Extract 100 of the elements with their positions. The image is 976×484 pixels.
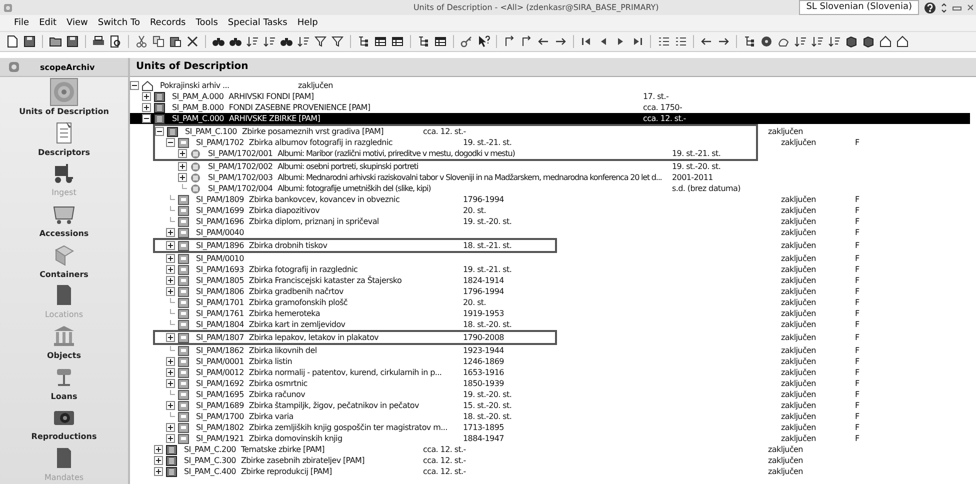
expand-icon[interactable]	[166, 287, 175, 296]
folder-icon[interactable]	[49, 35, 62, 48]
cube-icon[interactable]	[845, 35, 858, 48]
tree-row[interactable]: SI_PAM/1702/001 Albumi: Maribor (različni motivi, prireditve v mestu, dogodki v mestu) 19. st.-21. st.	[155, 148, 970, 159]
sidebar-item[interactable]: Accessions	[0, 199, 128, 240]
sidebar-item[interactable]: Loans	[0, 362, 128, 403]
tree-row[interactable]: SI_PAM_A.000 ARHIVSKI FONDI [PAM] 17. st.-	[130, 91, 970, 102]
tree-row[interactable]: SI_PAM/1689 Zbirka štampiljk, žigov, pečatnikov in pečatov 15. st.-20. st. zaključen F	[130, 400, 970, 411]
menu-item[interactable]: Switch To	[98, 18, 140, 28]
list-icon[interactable]	[674, 35, 687, 48]
list-icon[interactable]	[657, 35, 670, 48]
print-preview-icon[interactable]	[109, 35, 122, 48]
paste-icon[interactable]	[169, 35, 182, 48]
binoculars-icon[interactable]	[212, 35, 225, 48]
tree-row[interactable]: SI_PAM/1702 Zbirka albumov fotografij in razglednic 19. st.-21. st. zaključen F	[155, 137, 970, 148]
expand-icon[interactable]	[178, 173, 187, 182]
tree-row[interactable]: SI_PAM/0010 zaključen F	[130, 253, 970, 264]
sort-icon[interactable]	[246, 35, 259, 48]
expand-icon[interactable]	[142, 92, 151, 101]
tree-row[interactable]: SI_PAM/1805 Zbirka Franciscejski kataster za Štajersko 1824-1914 zaključen F	[130, 275, 970, 286]
tree-row[interactable]: SI_PAM/1702/004 Albumi: fotografije umetniških del (slike, kipi) s.d. (brez datuma)	[130, 183, 970, 194]
printer-icon[interactable]	[92, 35, 105, 48]
last-record-icon[interactable]	[631, 35, 644, 48]
sidebar-item[interactable]: Containers	[0, 240, 128, 281]
dropdown-icon[interactable]	[941, 2, 947, 14]
expand-icon[interactable]	[166, 379, 175, 388]
help-pointer-icon[interactable]	[477, 35, 490, 48]
grid-icon[interactable]	[434, 35, 447, 48]
scissors-icon[interactable]	[135, 35, 148, 48]
tree-row[interactable]: SI_PAM/1804 Zbirka kart in zemljevidov 18. st.-20. st. zaključen F	[130, 319, 970, 330]
sidebar-item[interactable]: Reproductions	[0, 402, 128, 444]
expand-icon[interactable]	[166, 228, 175, 237]
sort-icon[interactable]	[811, 35, 824, 48]
menu-item[interactable]: View	[66, 18, 88, 28]
first-record-icon[interactable]	[580, 35, 593, 48]
tree-row[interactable]: SI_PAM/0012 Zbirka normalij - patentov, kurend, cirkularnih in p... 1653-1916 zaključen F	[130, 367, 970, 378]
sort-icon[interactable]	[263, 35, 276, 48]
expand-icon[interactable]	[166, 265, 175, 274]
expand-icon[interactable]	[166, 241, 175, 250]
expand-icon[interactable]	[142, 103, 151, 112]
tree-row[interactable]: SI_PAM/1699 Zbirka diapozitivov 20. st. zaključen F	[130, 205, 970, 216]
menu-item[interactable]: Tools	[196, 18, 218, 28]
cube-icon[interactable]	[862, 35, 875, 48]
tree-row[interactable]: SI_PAM/1896 Zbirka drobnih tiskov 18. st.-21. st. zaključen F	[155, 240, 970, 251]
disc-icon[interactable]	[760, 35, 773, 48]
sort-icon[interactable]	[828, 35, 841, 48]
menu-item[interactable]: Edit	[39, 18, 56, 28]
expand-icon[interactable]	[154, 456, 163, 465]
sidebar-item[interactable]: Descriptors	[0, 118, 128, 158]
expand-icon[interactable]	[166, 401, 175, 410]
house-icon[interactable]	[879, 35, 892, 48]
expand-icon[interactable]	[166, 434, 175, 443]
sidebar-item[interactable]: Objects	[0, 321, 128, 362]
tree-row[interactable]: SI_PAM/1806 Zbirka gradbenih načrtov 1796-1994 zaključen F	[130, 286, 970, 297]
expand-icon[interactable]	[166, 254, 175, 263]
sidebar-item[interactable]: Units of Description	[0, 77, 128, 118]
expand-icon[interactable]	[166, 276, 175, 285]
tree-row[interactable]: SI_PAM/1702/003 Albumi: Mednarodni arhivski raziskovalni tabor v Sloveniji in na Madžarskem, mednarodna konferenca 20 let d... 2001-2011	[130, 172, 970, 183]
binoculars-icon[interactable]	[280, 35, 293, 48]
tree-view-icon[interactable]	[357, 35, 370, 48]
help-icon[interactable]	[924, 2, 936, 14]
tree-row[interactable]: SI_PAM/0040 zaključen F	[130, 227, 970, 238]
expand-icon[interactable]	[166, 357, 175, 366]
filter-icon[interactable]	[331, 35, 344, 48]
collapse-icon[interactable]	[155, 127, 164, 136]
tree-row[interactable]: SI_PAM/1809 Zbirka bankovcev, kovancev in obveznic 1796-1994 zaključen F	[130, 194, 970, 205]
expand-icon[interactable]	[166, 423, 175, 432]
grid-icon[interactable]	[391, 35, 404, 48]
tree-row[interactable]: SI_PAM/1692 Zbirka osmrtnic 1850-1939 zaključen F	[130, 378, 970, 389]
expand-icon[interactable]	[154, 445, 163, 454]
tree-row[interactable]: Pokrajinski arhiv ... zaključen	[130, 80, 970, 91]
sort-icon[interactable]	[794, 35, 807, 48]
new-document-icon[interactable]	[6, 35, 19, 48]
tree-row[interactable]: SI_PAM_C.400 Zbirke reprodukcij [PAM] cca. 12. st.- zaključen	[130, 466, 970, 477]
save-icon[interactable]	[23, 35, 36, 48]
tree-row[interactable]: SI_PAM_C.300 Zbirke zasebnih zbirateljev [PAM] cca. 12. st.- zaključen	[130, 455, 970, 466]
copy-icon[interactable]	[152, 35, 165, 48]
filter-icon[interactable]	[314, 35, 327, 48]
language-selector[interactable]: SL Slovenian (Slovenia)	[799, 0, 919, 15]
tree-view-icon[interactable]	[417, 35, 430, 48]
collapse-icon[interactable]	[142, 114, 151, 123]
tree-row[interactable]: SI_PAM/1761 Zbirka hemeroteka 1919-1953 zaključen F	[130, 308, 970, 319]
tree-row[interactable]: SI_PAM/0001 Zbirka listin 1246-1869 zaključen F	[130, 356, 970, 367]
elbow-arrow-icon[interactable]	[520, 35, 533, 48]
close-icon[interactable]	[967, 2, 973, 12]
tree-row[interactable]: SI_PAM_C.200 Tematske zbirke [PAM] cca. 12. st.- zaključen	[130, 444, 970, 455]
tree-row[interactable]: SI_PAM_C.000 ARHIVSKE ZBIRKE [PAM] cca. 12. st.-	[130, 113, 970, 124]
house-icon[interactable]	[896, 35, 909, 48]
tree-view-icon[interactable]	[743, 35, 756, 48]
tree-row[interactable]: SI_PAM/1696 Zbirka diplom, priznanj in spričeval 19. st.-20. st. zaključen F	[130, 216, 970, 227]
menu-item[interactable]: Records	[150, 18, 186, 28]
tree-row[interactable]: SI_PAM/1695 Zbirka računov 19. st.-20. st. zaključen F	[130, 389, 970, 400]
expand-icon[interactable]	[166, 333, 175, 342]
sort-icon[interactable]	[297, 35, 310, 48]
tree-row[interactable]: SI_PAM/1807 Zbirka lepakov, letakov in plakatov 1790-2008 zaključen F	[155, 332, 970, 343]
grid-icon[interactable]	[374, 35, 387, 48]
delete-icon[interactable]	[186, 35, 199, 48]
tree-row[interactable]: SI_PAM/1921 Zbirka domovinskih knjig 1884-1947 zaključen F	[130, 433, 970, 444]
collapse-icon[interactable]	[166, 138, 175, 147]
binoculars-icon[interactable]	[229, 35, 242, 48]
